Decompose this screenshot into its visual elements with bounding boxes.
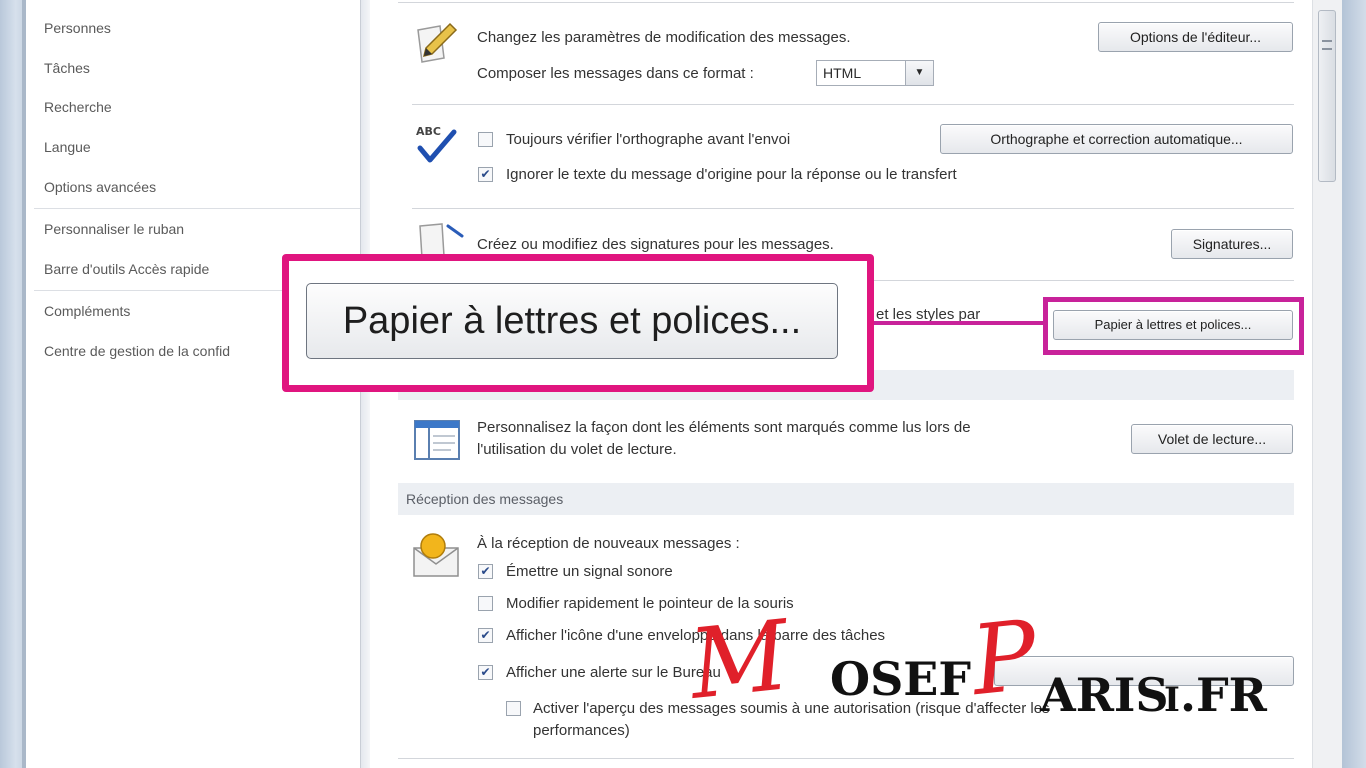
always-check-spelling-label: Toujours vérifier l'orthographe avant l'… bbox=[506, 131, 791, 148]
ignore-original-text-checkbox[interactable]: ✔ bbox=[478, 167, 493, 182]
window-frame-right bbox=[1342, 0, 1366, 768]
sidebar-item-personnes[interactable]: Personnes bbox=[44, 20, 111, 36]
section-divider bbox=[412, 104, 1294, 105]
desktop-alert-label: Afficher une alerte sur le Bureau bbox=[506, 664, 721, 681]
reading-pane-text-line2: l'utilisation du volet de lecture. bbox=[477, 441, 677, 458]
sidebar-item-personnaliser-ruban[interactable]: Personnaliser le ruban bbox=[44, 221, 184, 237]
stationery-button-highlight bbox=[1043, 297, 1304, 355]
section-header-receipt: Réception des messages bbox=[398, 483, 1294, 515]
sidebar-item-langue[interactable]: Langue bbox=[44, 139, 91, 155]
desktop-alert-checkbox[interactable]: ✔ bbox=[478, 665, 493, 680]
chevron-down-icon[interactable]: ▼ bbox=[905, 61, 933, 85]
always-check-spelling-checkbox[interactable] bbox=[478, 132, 493, 147]
watermark-osef: OSEF bbox=[830, 652, 972, 706]
reading-pane-button[interactable]: Volet de lecture... bbox=[1131, 424, 1293, 454]
receipt-intro: À la réception de nouveaux messages : bbox=[477, 535, 740, 552]
spelling-abc-icon: ABC bbox=[414, 122, 460, 166]
preview-rights-label-line2: performances) bbox=[533, 722, 630, 739]
change-pointer-checkbox[interactable] bbox=[478, 596, 493, 611]
compose-format-select[interactable]: HTML ▼ bbox=[816, 60, 934, 86]
sidebar-item-barre-acces-rapide[interactable]: Barre d'outils Accès rapide bbox=[44, 261, 209, 277]
signature-document-icon bbox=[418, 222, 464, 259]
signatures-text: Créez ou modifiez des signatures pour le… bbox=[477, 236, 834, 253]
preview-rights-checkbox[interactable] bbox=[506, 701, 521, 716]
sidebar-item-options-avancees[interactable]: Options avancées bbox=[44, 179, 156, 195]
callout-connector-line bbox=[874, 321, 1044, 325]
reading-pane-icon bbox=[413, 418, 461, 462]
sidebar-item-complements[interactable]: Compléments bbox=[44, 303, 130, 319]
sidebar-item-recherche[interactable]: Recherche bbox=[44, 99, 112, 115]
compose-editor-text: Changez les paramètres de modification d… bbox=[477, 29, 851, 46]
watermark-aris: ARIS bbox=[1040, 668, 1169, 722]
watermark-i: I bbox=[1164, 680, 1180, 720]
sidebar-divider bbox=[34, 208, 362, 209]
section-divider bbox=[398, 2, 1294, 3]
watermark-fr: .FR bbox=[1180, 668, 1267, 722]
reading-pane-text-line1: Personnalisez la façon dont les éléments… bbox=[477, 419, 971, 436]
section-divider bbox=[412, 208, 1294, 209]
signatures-button[interactable]: Signatures... bbox=[1171, 229, 1293, 259]
watermark-letter-p: P bbox=[966, 598, 1043, 718]
scrollbar-grip-icon bbox=[1322, 40, 1332, 50]
watermark-letter-m: M bbox=[684, 599, 794, 721]
envelope-alert-icon bbox=[411, 530, 461, 578]
editor-options-button[interactable]: Options de l'éditeur... bbox=[1098, 22, 1293, 52]
sidebar-item-taches[interactable]: Tâches bbox=[44, 60, 90, 76]
sidebar-item-centre-gestion[interactable]: Centre de gestion de la confid bbox=[44, 343, 230, 359]
play-sound-label: Émettre un signal sonore bbox=[506, 563, 673, 580]
compose-format-value: HTML bbox=[823, 65, 862, 81]
taskbar-envelope-checkbox[interactable]: ✔ bbox=[478, 628, 493, 643]
scrollbar-thumb[interactable] bbox=[1318, 10, 1336, 182]
pen-paper-icon bbox=[412, 18, 460, 66]
spelling-autocorrect-button[interactable]: Orthographe et correction automatique... bbox=[940, 124, 1293, 154]
ignore-original-text-label: Ignorer le texte du message d'origine po… bbox=[506, 166, 957, 183]
spelling-abc-icon-text: ABC bbox=[416, 125, 441, 138]
play-sound-checkbox[interactable]: ✔ bbox=[478, 564, 493, 579]
stationery-fonts-button-zoomed[interactable]: Papier à lettres et polices... bbox=[306, 283, 838, 359]
section-divider bbox=[398, 758, 1294, 759]
compose-format-label: Composer les messages dans ce format : bbox=[477, 65, 754, 82]
